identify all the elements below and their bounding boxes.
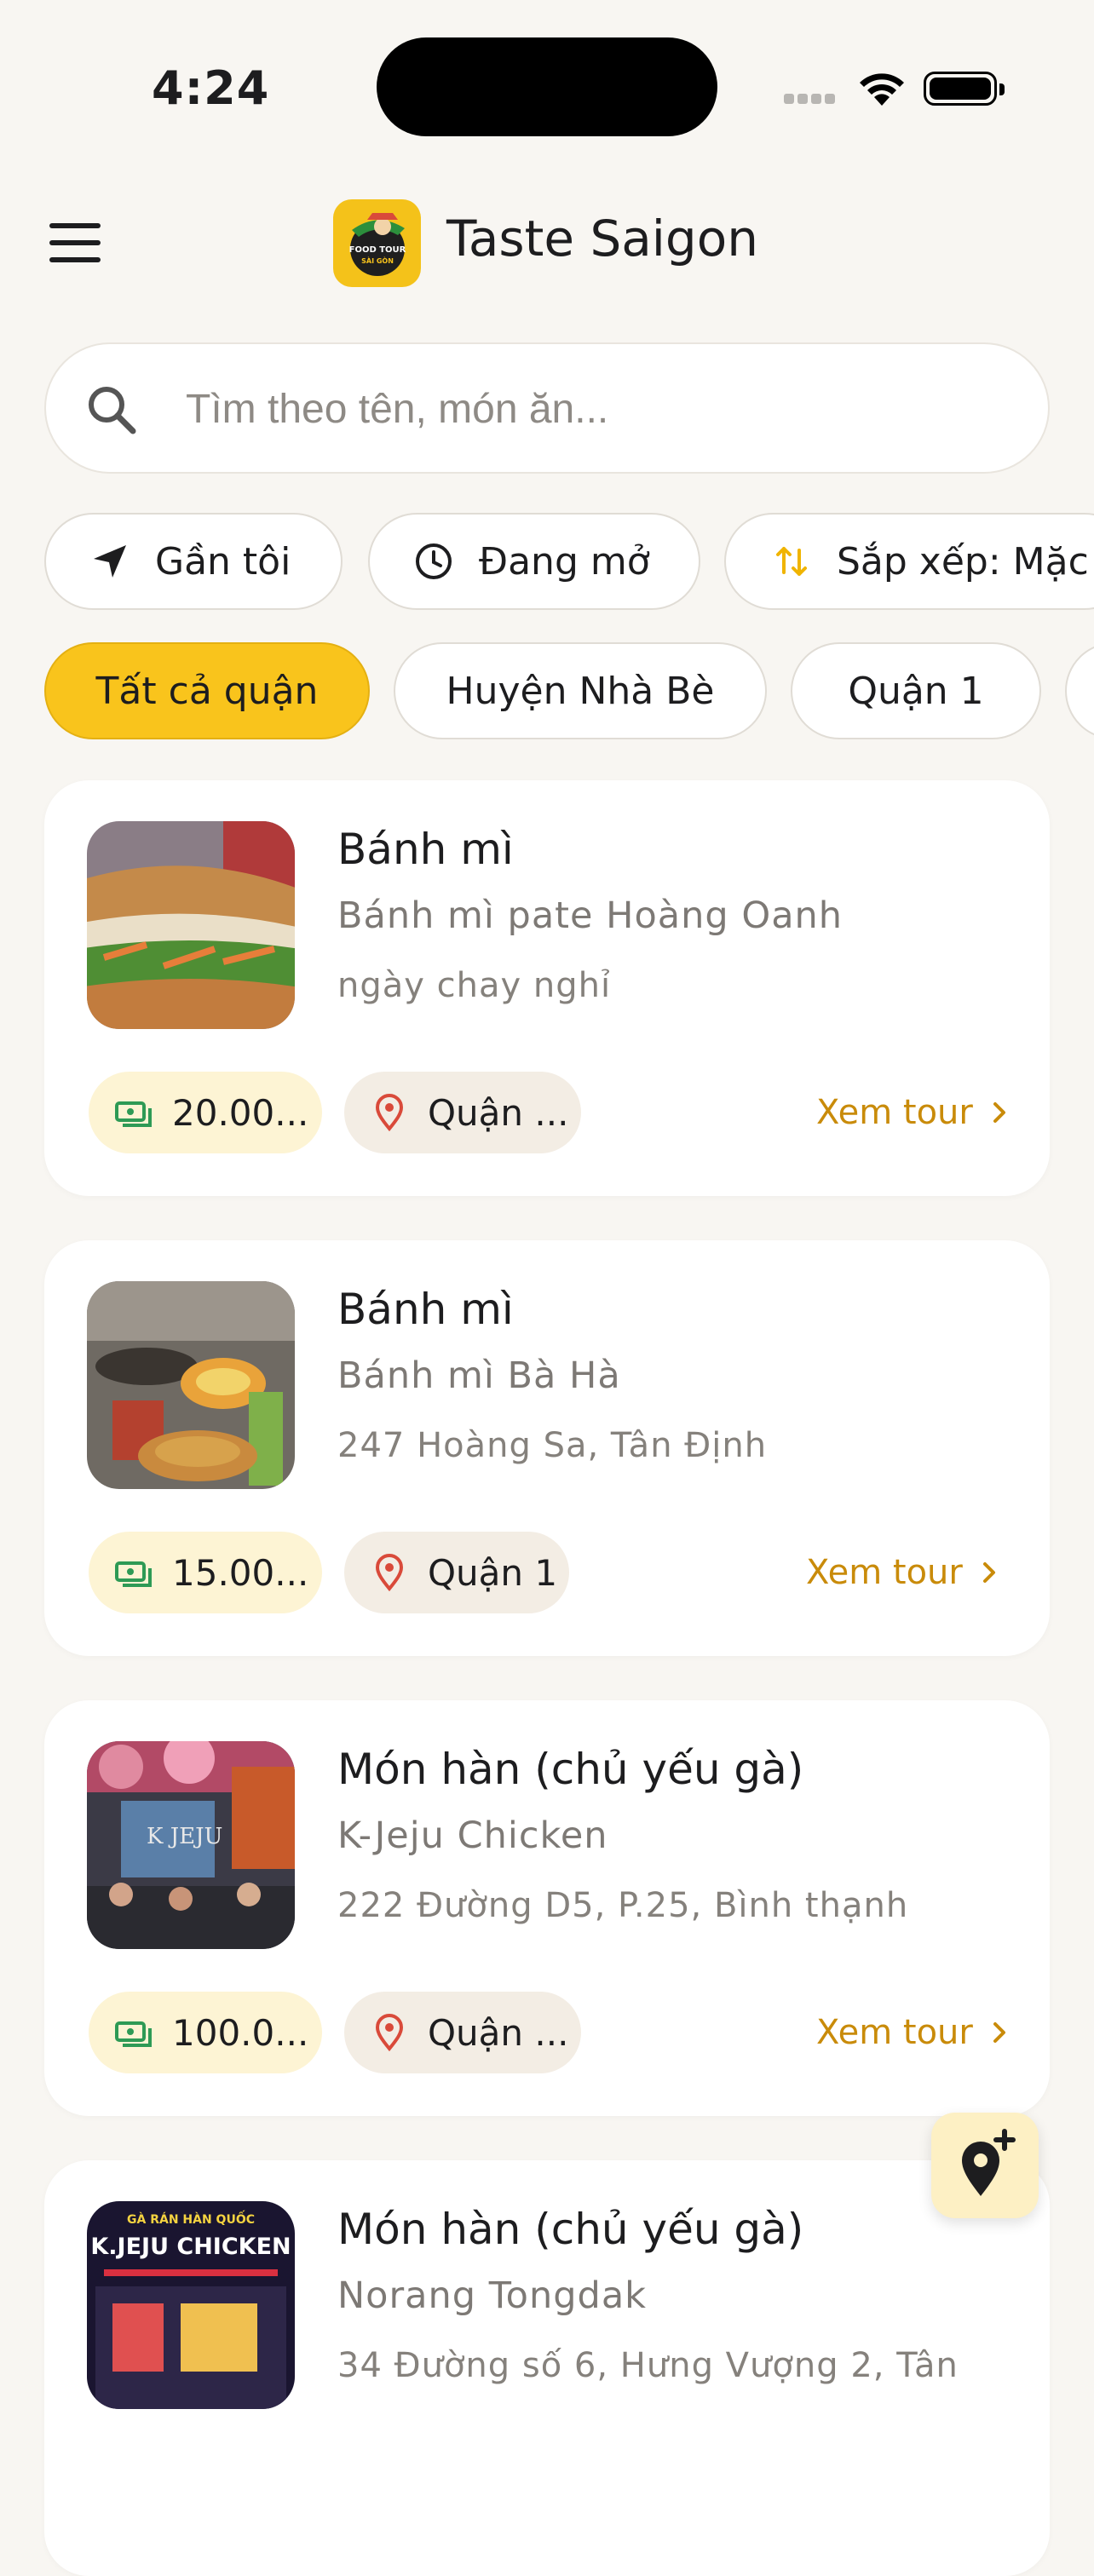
filter-near-me-label: Gần tôi [155,539,291,584]
restaurant-name: Bánh mì Bà Hà [337,1354,621,1397]
restaurant-name: Bánh mì pate Hoàng Oanh [337,894,844,937]
view-tour-label: Xem tour [816,2013,973,2052]
restaurant-photo: GÀ RÁN HÀN QUỐC K.JEJU CHICKEN [87,2201,295,2409]
svg-text:K.JEJU CHICKEN: K.JEJU CHICKEN [90,2234,291,2260]
restaurant-address: 247 Hoàng Sa, Tân Định [337,1426,768,1465]
battery-icon [924,72,1005,106]
filter-open-now-label: Đang mở [479,539,650,584]
banknote-icon [115,1561,152,1587]
price-text: 100.0... [172,2011,309,2054]
restaurant-address: 222 Đường D5, P.25, Bình thạnh [337,1886,909,1925]
map-pin-icon [375,2014,404,2052]
status-time: 4:24 [152,61,270,115]
banknote-icon [115,2021,152,2047]
filter-sort[interactable]: Sắp xếp: Mặc định [724,513,1094,610]
clock-icon [416,543,452,579]
chevron-right-icon [993,2022,1005,2043]
district-chip-nha-be[interactable]: Huyện Nhà Bè [394,642,767,739]
restaurant-card[interactable]: Bánh mì Bánh mì Bà Hà 247 Hoàng Sa, Tân … [44,1240,1050,1656]
dish-name: Món hàn (chủ yếu gà) [337,2205,804,2254]
wifi-icon [860,73,904,106]
sort-arrows-icon [776,547,807,576]
price-badge: 20.00... [89,1072,322,1153]
chevron-right-icon [982,1562,995,1583]
district-chip-label: Tất cả quận [95,669,319,713]
restaurant-address: ngày chay nghỉ [337,966,612,1005]
price-badge: 15.00... [89,1532,322,1613]
price-text: 15.00... [172,1551,309,1594]
banknote-icon [115,1101,152,1127]
restaurant-card[interactable]: GÀ RÁN HÀN QUỐC K.JEJU CHICKEN Món hàn (… [44,2160,1050,2576]
restaurant-card[interactable]: K JEJU Món hàn (chủ yếu gà) K-Jeju Chick… [44,1700,1050,2116]
restaurant-card[interactable]: Bánh mì Bánh mì pate Hoàng Oanh ngày cha… [44,780,1050,1196]
dish-name: Bánh mì [337,825,514,874]
view-tour-link[interactable]: Xem tour [816,1072,1011,1153]
add-location-button[interactable] [931,2113,1039,2218]
view-tour-link[interactable]: Xem tour [816,1992,1011,2073]
district-chip-row: Tất cả quận Huyện Nhà Bè Quận 1 [0,642,1094,745]
filter-sort-label: Sắp xếp: Mặc định [837,539,1094,584]
district-chip-more[interactable] [1065,642,1094,739]
filter-open-now[interactable]: Đang mở [368,513,700,610]
svg-text:SÀI GÒN: SÀI GÒN [361,256,394,265]
district-badge: Quận ... [344,1992,581,2073]
restaurant-name: Norang Tongdak [337,2274,648,2317]
navigation-arrow-icon [94,545,126,578]
app-logo: FOOD TOUR SÀI GÒN [333,199,421,287]
restaurant-photo: K JEJU [87,1741,295,1949]
search-input[interactable] [184,344,1005,474]
district-text: Quận ... [428,2011,569,2054]
district-text: Quận 1 [428,1551,558,1594]
district-chip-all[interactable]: Tất cả quận [44,642,370,739]
hamburger-icon[interactable] [49,223,101,264]
filter-chip-row: Gần tôi Đang mở Sắp xếp: Mặc định [0,513,1094,615]
dish-name: Bánh mì [337,1285,514,1334]
view-tour-link[interactable]: Xem tour [806,1532,1000,1613]
add-location-icon [962,2129,1016,2196]
svg-text:K JEJU: K JEJU [147,1824,222,1849]
dish-name: Món hàn (chủ yếu gà) [337,1745,804,1794]
map-pin-icon [375,1094,404,1132]
restaurant-photo [87,821,295,1029]
filter-near-me[interactable]: Gần tôi [44,513,343,610]
district-text: Quận ... [428,1091,569,1134]
price-badge: 100.0... [89,1992,322,2073]
svg-text:FOOD TOUR: FOOD TOUR [349,245,406,255]
district-badge: Quận ... [344,1072,581,1153]
search-icon [89,387,136,434]
district-chip-quan-1[interactable]: Quận 1 [791,642,1041,739]
price-text: 20.00... [172,1091,309,1134]
status-bar: 4:24 [0,0,1094,170]
dynamic-island [377,37,717,136]
district-chip-label: Huyện Nhà Bè [446,669,715,713]
view-tour-label: Xem tour [816,1093,973,1132]
restaurant-address: 34 Đường số 6, Hưng Vượng 2, Tân [337,2346,959,2385]
view-tour-label: Xem tour [806,1553,963,1592]
chevron-right-icon [993,1102,1005,1123]
map-pin-icon [375,1554,404,1592]
district-chip-label: Quận 1 [848,669,984,713]
search-bar[interactable] [44,342,1050,474]
restaurant-photo [87,1281,295,1489]
app-title: Taste Saigon [446,210,758,267]
restaurant-name: K-Jeju Chicken [337,1814,608,1857]
district-badge: Quận 1 [344,1532,569,1613]
